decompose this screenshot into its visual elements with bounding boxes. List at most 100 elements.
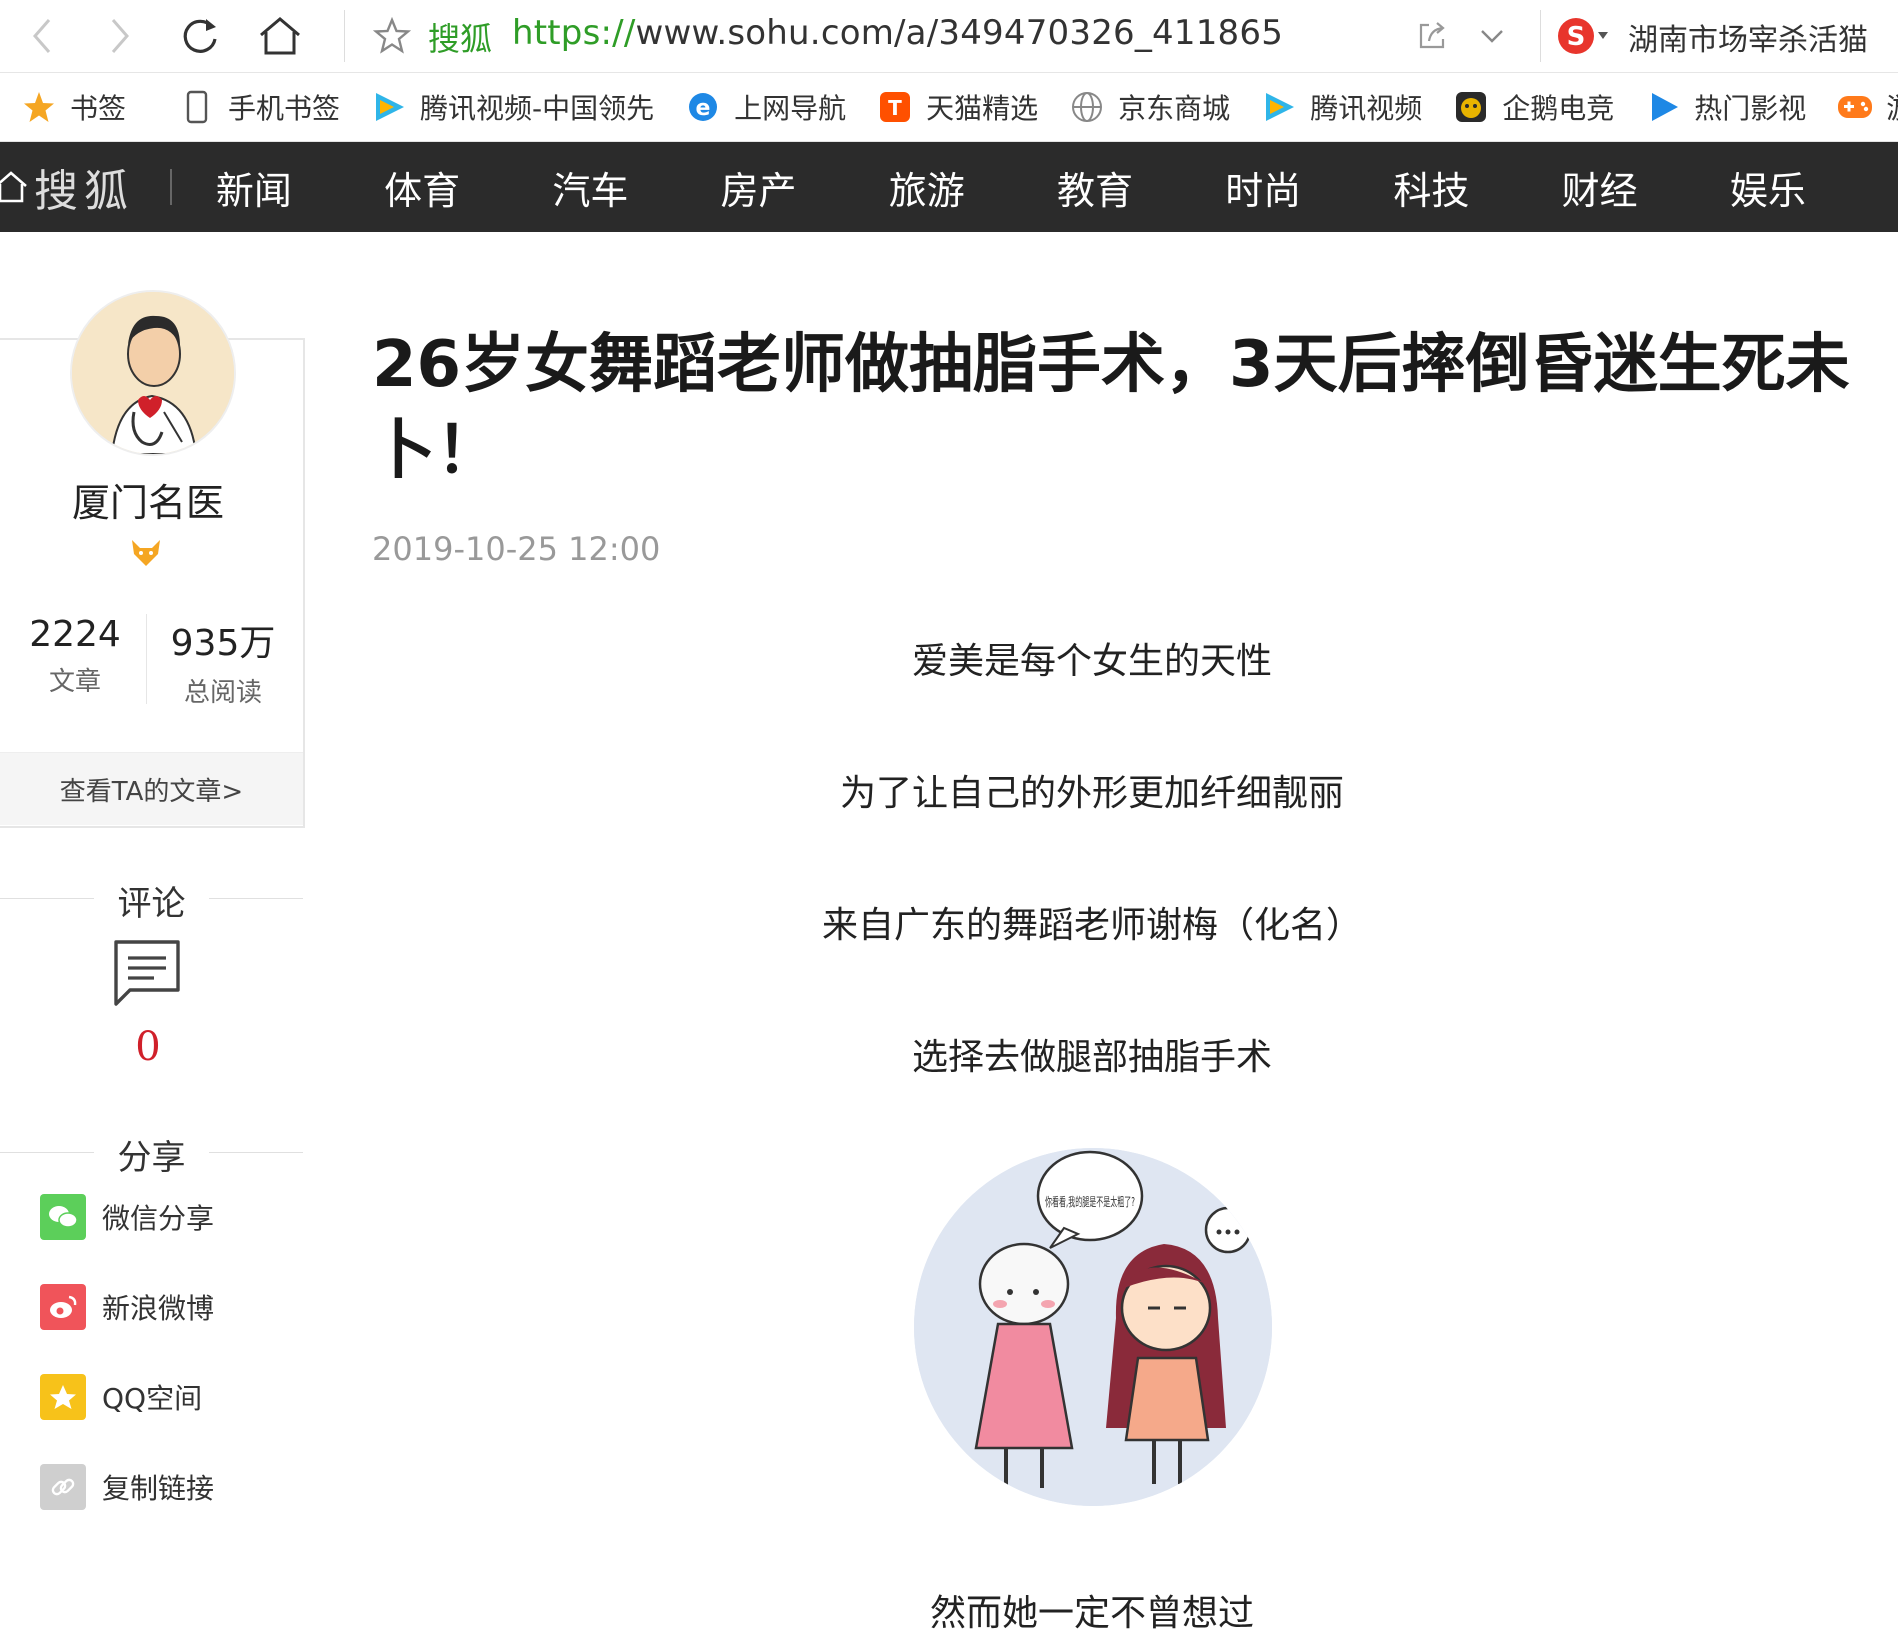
stat-articles[interactable]: 2224 文章: [0, 614, 150, 698]
bookmark-item[interactable]: 热门影视: [1644, 87, 1806, 127]
forward-icon[interactable]: [96, 12, 144, 60]
bookmark-label: 企鹅电竞: [1502, 92, 1615, 125]
bookmark-label: 热门影视: [1694, 92, 1807, 125]
bookmark-label: 书签: [70, 92, 127, 125]
bookmark-item[interactable]: 京东商城: [1068, 87, 1230, 127]
search-box[interactable]: 湖南市场宰杀活猫: [1628, 15, 1868, 59]
svg-text:S: S: [1567, 22, 1586, 52]
qzone-icon: [40, 1374, 86, 1420]
share-wechat[interactable]: 微信分享: [40, 1194, 214, 1240]
articles-label: 文章: [48, 667, 101, 697]
nav-education[interactable]: 教育: [1057, 160, 1225, 215]
share-weibo[interactable]: 新浪微博: [40, 1284, 214, 1330]
bubble-text: 你看看,我的腿是不是太粗了?: [1045, 1194, 1135, 1209]
svg-text:e: e: [696, 96, 711, 121]
penguin-icon: [1452, 88, 1490, 126]
nav-entertainment[interactable]: 娱乐: [1730, 160, 1898, 215]
bookmark-label: 腾讯视频-中国领先: [420, 92, 655, 125]
article-title: 26岁女舞蹈老师做抽脂手术，3天后摔倒昏迷生死未卜！: [372, 328, 1850, 488]
article-illustration[interactable]: 你看看,我的腿是不是太粗了?: [914, 1148, 1272, 1506]
article-paragraph: 选择去做腿部抽脂手术: [911, 1037, 1272, 1078]
star-icon[interactable]: [368, 12, 416, 60]
bookmark-item[interactable]: e 上网导航: [684, 87, 846, 127]
share-icon[interactable]: [1408, 12, 1456, 60]
divider: [344, 10, 345, 62]
url-scheme: https://: [512, 13, 636, 53]
share-title: 分享: [0, 1130, 303, 1179]
article-paragraph: 来自广东的舞蹈老师谢梅（化名）: [821, 905, 1362, 946]
nav-tech[interactable]: 科技: [1393, 160, 1561, 215]
nav-sports[interactable]: 体育: [384, 160, 552, 215]
share-copy-link[interactable]: 复制链接: [40, 1464, 214, 1510]
bookmark-label: 天猫精选: [926, 92, 1039, 125]
site-nav: 搜狐 新闻 体育 汽车 房产 旅游 教育 时尚 科技 财经 娱乐: [0, 142, 1898, 232]
url-path: www.sohu.com/a/349470326_411865: [635, 13, 1284, 53]
article-paragraph: 爱美是每个女生的天性: [911, 641, 1272, 682]
avatar[interactable]: [70, 290, 236, 456]
comment-icon[interactable]: [110, 936, 184, 1010]
bookmark-label: 京东商城: [1118, 92, 1231, 125]
share-label: 复制链接: [102, 1472, 215, 1505]
bookmark-item[interactable]: 游戏中心: [1836, 87, 1898, 127]
nav-finance[interactable]: 财经: [1562, 160, 1730, 215]
globe-icon: [1068, 88, 1106, 126]
chevron-down-icon[interactable]: [1468, 12, 1516, 60]
bookmark-item[interactable]: 手机书签: [178, 87, 340, 127]
stat-reads: 935万 总阅读: [148, 614, 298, 709]
tencent-video-icon: [370, 88, 408, 126]
back-icon[interactable]: [18, 12, 66, 60]
bookmark-label: 手机书签: [228, 92, 341, 125]
divider: [146, 614, 147, 704]
share-qzone[interactable]: QQ空间: [40, 1374, 202, 1420]
bookmark-label: 腾讯视频: [1310, 92, 1423, 125]
reads-count: 935万: [170, 623, 276, 664]
bookmark-bar: 书签 手机书签 腾讯视频-中国领先 e 上网导航 T 天猫精选 京东商城 腾讯视…: [0, 73, 1898, 142]
nav-auto[interactable]: 汽车: [552, 160, 720, 215]
article-date: 2019-10-25 12:00: [372, 530, 661, 568]
bookmark-label: 游戏中心: [1886, 87, 1898, 127]
link-icon: [40, 1464, 86, 1510]
weibo-icon: [40, 1284, 86, 1330]
share-label: 新浪微博: [102, 1292, 215, 1325]
bookmark-item[interactable]: T 天猫精选: [876, 87, 1038, 127]
url-field[interactable]: https://www.sohu.com/a/349470326_411865: [512, 13, 1283, 53]
share-label: 微信分享: [102, 1202, 215, 1235]
nav-house[interactable]: 房产: [721, 160, 889, 215]
bookmark-item[interactable]: 书签: [20, 87, 126, 127]
share-label: QQ空间: [102, 1382, 203, 1415]
articles-count: 2224: [29, 614, 121, 655]
article-paragraph: 然而她一定不曾想过: [929, 1593, 1254, 1634]
bookmark-item[interactable]: 腾讯视频-中国领先: [370, 87, 654, 127]
browser-toolbar: 搜狐 https://www.sohu.com/a/349470326_4118…: [0, 0, 1898, 73]
article-paragraph: 为了让自己的外形更加纤细靓丽: [839, 773, 1344, 814]
wechat-icon: [40, 1194, 86, 1240]
logo-text: 搜狐: [34, 166, 134, 217]
view-articles-link[interactable]: 查看TA的文章>: [0, 752, 303, 825]
divider: [1540, 10, 1541, 62]
sogou-icon[interactable]: S: [1556, 12, 1612, 60]
bookmark-label: 上网导航: [734, 92, 847, 125]
author-name[interactable]: 厦门名医: [0, 472, 296, 527]
ie-icon: e: [684, 88, 722, 126]
comments-title: 评论: [0, 876, 303, 925]
fox-badge-icon: [128, 536, 164, 568]
phone-icon: [178, 88, 216, 126]
site-logo[interactable]: 搜狐: [0, 155, 134, 219]
site-name: 搜狐: [428, 20, 493, 58]
taobao-icon: T: [876, 88, 914, 126]
divider: [170, 169, 172, 205]
play-icon: [1644, 88, 1682, 126]
bookmark-item[interactable]: 腾讯视频: [1260, 87, 1422, 127]
nav-fashion[interactable]: 时尚: [1225, 160, 1393, 215]
gamepad-icon: [1836, 88, 1874, 126]
home-icon: [0, 170, 28, 204]
nav-news[interactable]: 新闻: [216, 160, 384, 215]
author-stats: 2224 文章 935万 总阅读: [0, 614, 303, 708]
comment-count[interactable]: 0: [0, 1024, 296, 1070]
refresh-icon[interactable]: [176, 12, 224, 60]
bookmark-item[interactable]: 企鹅电竞: [1452, 87, 1614, 127]
reads-label: 总阅读: [183, 678, 262, 708]
svg-text:T: T: [888, 96, 902, 120]
nav-travel[interactable]: 旅游: [889, 160, 1057, 215]
home-icon[interactable]: [256, 12, 304, 60]
